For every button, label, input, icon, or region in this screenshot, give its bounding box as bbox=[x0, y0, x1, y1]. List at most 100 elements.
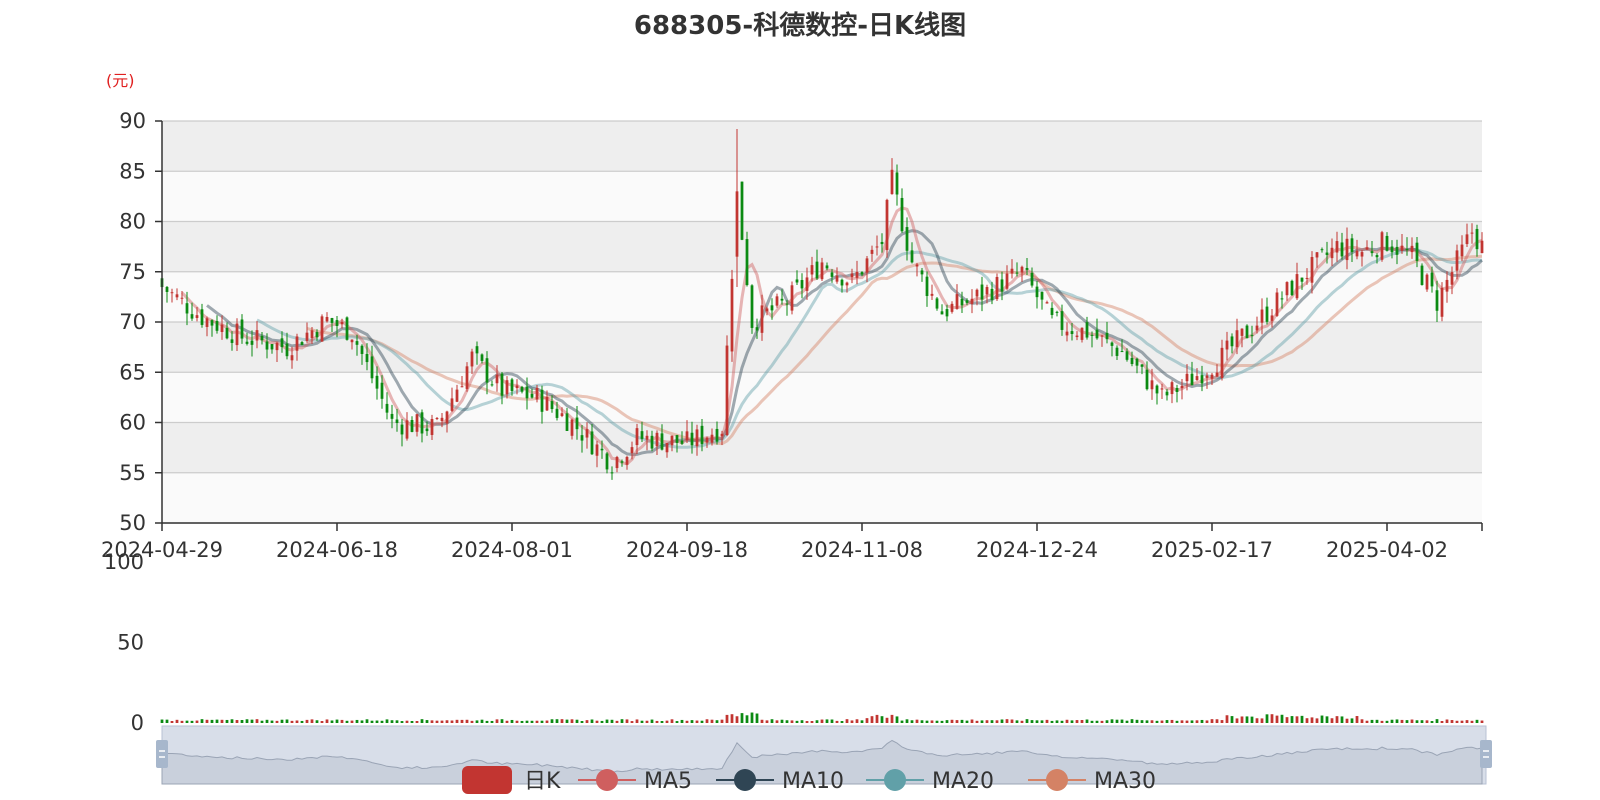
volume-bar bbox=[1130, 719, 1134, 723]
candle-body bbox=[1075, 335, 1079, 338]
volume-bar bbox=[1455, 720, 1459, 723]
candle-body bbox=[1180, 385, 1184, 389]
volume-bar bbox=[1145, 720, 1149, 723]
legend-label: MA20 bbox=[932, 769, 994, 794]
volume-bar bbox=[720, 719, 724, 723]
candle-body bbox=[770, 305, 774, 311]
candle-body bbox=[210, 320, 214, 326]
candle-body bbox=[490, 384, 494, 386]
candle-body bbox=[1035, 286, 1039, 298]
volume-bar bbox=[920, 720, 924, 723]
volume-bar bbox=[880, 716, 884, 723]
volume-bar bbox=[440, 720, 444, 723]
candle-body bbox=[1385, 235, 1389, 251]
candle-body bbox=[1195, 376, 1199, 381]
volume-bar bbox=[365, 719, 369, 723]
candle-body bbox=[335, 320, 339, 326]
candle-body bbox=[820, 262, 824, 280]
candle-body bbox=[1050, 307, 1054, 315]
volume-bar bbox=[480, 719, 484, 723]
legend-item-日k[interactable]: 日K bbox=[462, 766, 561, 794]
candle-body bbox=[580, 435, 584, 441]
volume-bar bbox=[490, 720, 494, 723]
zoom-handle-right[interactable] bbox=[1480, 740, 1492, 768]
volume-bar bbox=[775, 720, 779, 723]
candle-body bbox=[555, 408, 559, 418]
price-tick-label: 65 bbox=[119, 360, 146, 384]
price-tick-label: 60 bbox=[119, 411, 146, 435]
volume-bar bbox=[375, 720, 379, 723]
volume-bar bbox=[1405, 720, 1409, 723]
volume-bar bbox=[1270, 714, 1274, 723]
volume-bar bbox=[1360, 719, 1364, 723]
volume-bar bbox=[1280, 714, 1284, 723]
volume-bar bbox=[1080, 719, 1084, 723]
candle-body bbox=[1365, 247, 1369, 250]
candle-body bbox=[670, 435, 674, 446]
candle-body bbox=[1370, 251, 1374, 254]
volume-bar bbox=[905, 719, 909, 723]
zoom-handle-left[interactable] bbox=[156, 740, 168, 768]
grid-band bbox=[162, 422, 1482, 473]
volume-bar bbox=[1295, 716, 1299, 723]
volume-bar bbox=[985, 720, 989, 723]
volume-bar bbox=[1250, 716, 1254, 723]
x-tick-label: 2024-08-01 bbox=[451, 538, 573, 562]
volume-bar bbox=[1005, 719, 1009, 723]
volume-bar bbox=[1255, 718, 1259, 723]
candle-body bbox=[395, 419, 399, 424]
volume-bar bbox=[850, 720, 854, 723]
candle-body bbox=[1165, 391, 1169, 396]
volume-bar bbox=[265, 719, 269, 723]
volume-bar bbox=[1120, 719, 1124, 723]
candle-body bbox=[1295, 274, 1299, 299]
volume-bar bbox=[400, 721, 404, 723]
candle-body bbox=[1135, 358, 1139, 366]
volume-bar bbox=[1170, 719, 1174, 723]
volume-bar bbox=[1185, 720, 1189, 723]
volume-bar bbox=[1095, 720, 1099, 723]
candle-body bbox=[480, 354, 484, 361]
volume-bar bbox=[1285, 717, 1289, 723]
x-tick-label: 2024-11-08 bbox=[801, 538, 923, 562]
volume-bar bbox=[910, 720, 914, 723]
volume-bar bbox=[1225, 715, 1229, 723]
candle-body bbox=[620, 461, 624, 463]
candle-body bbox=[805, 277, 809, 291]
volume-bar bbox=[570, 719, 574, 723]
candle-body bbox=[1015, 272, 1019, 274]
candle-body bbox=[635, 428, 639, 446]
volume-bar bbox=[650, 719, 654, 723]
volume-bar bbox=[345, 720, 349, 723]
volume-bar bbox=[780, 719, 784, 723]
candle-body bbox=[1480, 240, 1484, 254]
candle-body bbox=[1020, 266, 1024, 273]
volume-bar bbox=[185, 720, 189, 723]
volume-bar bbox=[285, 719, 289, 723]
volume-bar bbox=[730, 714, 734, 723]
volume-bar bbox=[270, 720, 274, 723]
volume-bar bbox=[250, 719, 254, 723]
volume-bar bbox=[1320, 715, 1324, 723]
volume-bar bbox=[275, 720, 279, 723]
volume-bar bbox=[750, 712, 754, 723]
candle-body bbox=[330, 318, 334, 323]
volume-bar bbox=[390, 720, 394, 723]
candle-body bbox=[995, 276, 999, 300]
candle-body bbox=[1260, 309, 1264, 323]
volume-bar bbox=[230, 719, 234, 723]
candle-body bbox=[1210, 374, 1214, 379]
volume-bar bbox=[300, 720, 304, 723]
candle-body bbox=[730, 278, 734, 352]
candle-body bbox=[175, 294, 179, 298]
candle-body bbox=[610, 472, 614, 474]
volume-bar bbox=[1035, 720, 1039, 723]
candle-body bbox=[190, 314, 194, 319]
candle-body bbox=[280, 338, 284, 348]
volume-bar bbox=[1310, 717, 1314, 723]
volume-bar bbox=[1275, 715, 1279, 723]
volume-bar bbox=[680, 719, 684, 723]
candle-body bbox=[1470, 232, 1474, 234]
candle-body bbox=[890, 169, 894, 195]
candle-body bbox=[1160, 388, 1164, 390]
